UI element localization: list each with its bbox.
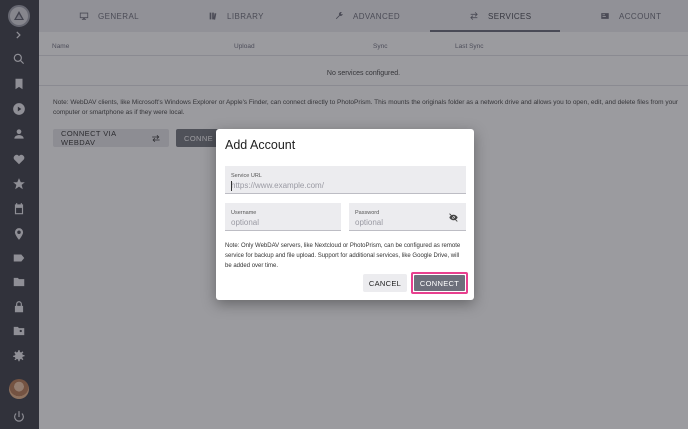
dialog-title: Add Account bbox=[225, 138, 296, 152]
password-input[interactable] bbox=[355, 218, 437, 227]
cancel-button[interactable]: CANCEL bbox=[363, 274, 407, 292]
service-url-input[interactable] bbox=[231, 181, 436, 190]
service-url-label: Service URL bbox=[231, 173, 262, 179]
service-url-field[interactable]: Service URL bbox=[225, 166, 466, 194]
visibility-off-icon[interactable] bbox=[448, 212, 459, 223]
connect-submit-label: CONNECT bbox=[414, 275, 465, 291]
password-label: Password bbox=[355, 210, 380, 216]
add-account-dialog: Add Account Service URL Username Passwor… bbox=[216, 129, 474, 300]
text-cursor bbox=[231, 181, 232, 191]
password-field[interactable]: Password bbox=[349, 203, 466, 231]
username-field[interactable]: Username bbox=[225, 203, 341, 231]
username-label: Username bbox=[231, 210, 257, 216]
dialog-note: Note: Only WebDAV servers, like Nextclou… bbox=[225, 243, 461, 269]
username-input[interactable] bbox=[231, 218, 330, 227]
connect-submit-button[interactable]: CONNECT bbox=[411, 272, 468, 294]
